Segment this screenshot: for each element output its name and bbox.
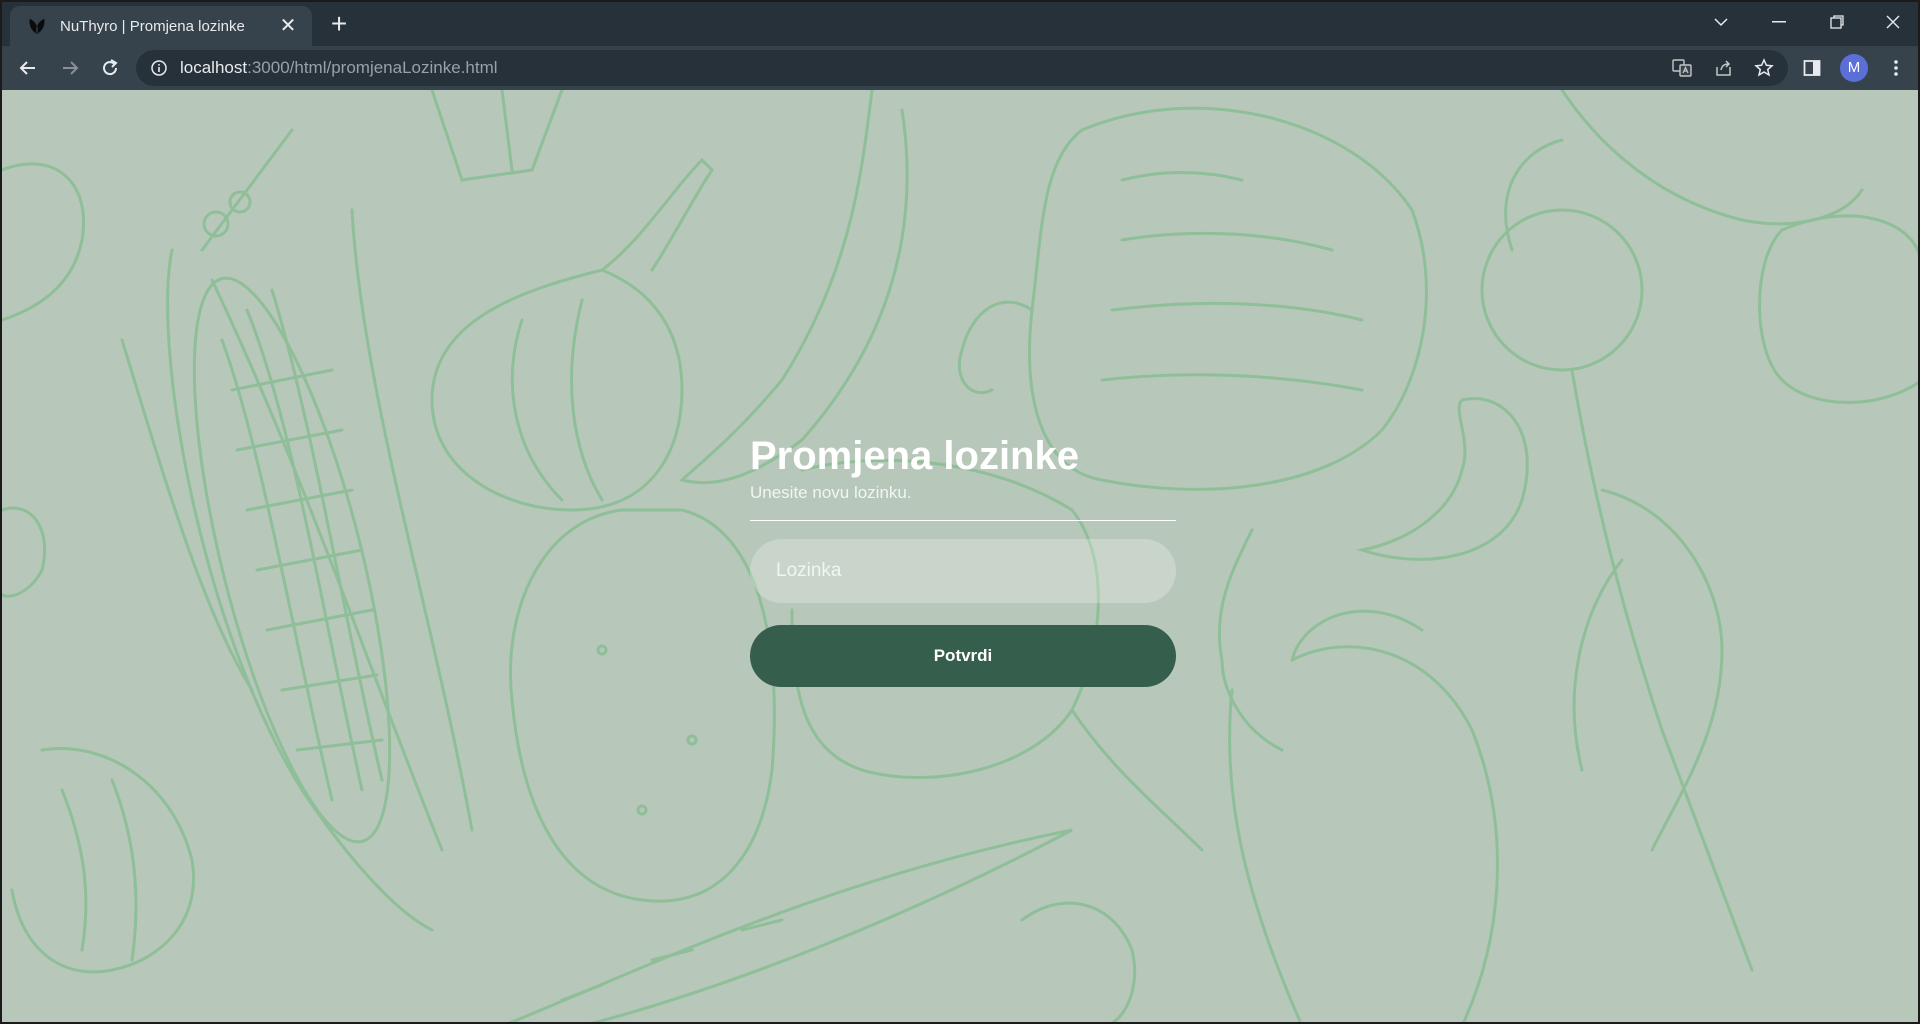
- page-subtitle: Unesite novu lozinku.: [750, 483, 912, 502]
- page-viewport: Promjena lozinke Unesite novu lozinku. P…: [2, 90, 1918, 1022]
- tab-close-icon[interactable]: ✕: [276, 14, 300, 38]
- corn-icon: [120, 208, 474, 932]
- bookmark-star-icon[interactable]: [1748, 52, 1780, 84]
- cucumber-icon: [1758, 214, 1918, 404]
- forward-icon[interactable]: [54, 52, 86, 84]
- url-text[interactable]: localhost:3000/html/promjenaLozinke.html: [180, 58, 498, 78]
- browser-window: NuThyro | Promjena lozinke ✕ + localhost…: [0, 0, 1920, 1024]
- chili-pepper-icon: [679, 90, 909, 485]
- radish-icon: [1480, 138, 1754, 972]
- reload-icon[interactable]: [94, 52, 126, 84]
- address-bar[interactable]: localhost:3000/html/promjenaLozinke.html: [136, 50, 1788, 86]
- browser-toolbar: localhost:3000/html/promjenaLozinke.html…: [2, 46, 1918, 90]
- profile-avatar[interactable]: M: [1840, 54, 1868, 82]
- url-path: :3000/html/promjenaLozinke.html: [247, 58, 498, 77]
- share-icon[interactable]: [1708, 52, 1740, 84]
- onion-icon: [430, 157, 714, 512]
- new-tab-icon[interactable]: +: [324, 10, 354, 40]
- back-icon[interactable]: [12, 52, 44, 84]
- leek-icon: [430, 90, 564, 182]
- password-field[interactable]: [750, 539, 1176, 603]
- tab-search-icon[interactable]: [1692, 2, 1750, 42]
- page-title: Promjena lozinke: [750, 434, 1079, 478]
- peapod-icon: [200, 128, 294, 252]
- carrot-icon: [507, 828, 1073, 1022]
- restore-icon[interactable]: [1808, 2, 1866, 42]
- nuthyro-logo-icon: [29, 18, 45, 35]
- tab-strip: NuThyro | Promjena lozinke ✕ +: [2, 2, 1918, 46]
- potato-icon: [509, 508, 776, 903]
- eggplant-icon: [1217, 528, 1499, 1022]
- side-panel-icon[interactable]: [1796, 52, 1828, 84]
- site-info-icon[interactable]: [150, 59, 168, 77]
- tab-title: NuThyro | Promjena lozinke: [60, 17, 245, 35]
- minimize-icon[interactable]: [1750, 2, 1808, 42]
- small-pepper-icon: [1020, 901, 1137, 1022]
- window-close-icon[interactable]: [1864, 2, 1918, 42]
- translate-icon[interactable]: [1666, 52, 1698, 84]
- menu-kebab-icon[interactable]: [1880, 52, 1912, 84]
- password-change-form: Promjena lozinke Unesite novu lozinku. P…: [750, 432, 1176, 687]
- url-host: localhost: [180, 58, 248, 77]
- leaf-icon: [2, 162, 85, 598]
- confirm-button[interactable]: Potvrdi: [750, 625, 1176, 687]
- zucchini-icon: [1560, 90, 1864, 226]
- garlic-bulb-icon: [10, 747, 195, 974]
- active-tab[interactable]: NuThyro | Promjena lozinke ✕: [10, 6, 312, 46]
- divider: [750, 520, 1176, 521]
